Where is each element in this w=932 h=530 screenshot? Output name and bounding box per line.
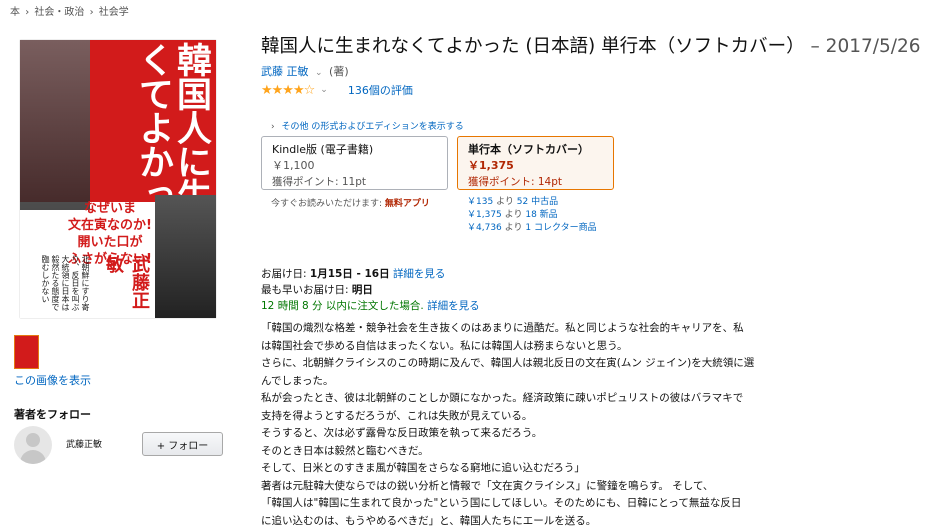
cover-blurb: 北朝鮮にすり寄り、反日を叫ぶ大統領に日本は毅然たる態度で臨むしかない bbox=[40, 255, 90, 315]
cover-portrait-left bbox=[20, 40, 90, 210]
breadcrumb-item[interactable]: 社会学 bbox=[99, 7, 129, 18]
description-line: 支持を得ようとするだろうが、これは失敗が見えている。 bbox=[261, 408, 781, 426]
product-title: 韓国人に生まれなくてよかった (日本語) 単行本（ソフトカバー） – 2017/… bbox=[261, 32, 921, 58]
author-avatar[interactable] bbox=[14, 426, 52, 464]
delivery-dates: 1月15日 - 16日 bbox=[310, 268, 390, 280]
description-line: 著者は元駐韓大使ならではの鋭い分析と情報で「文在寅クライシス」に警鐘を鳴らす。 … bbox=[261, 478, 781, 496]
description-line: は韓国社会で歩める自信はまったくない。私には韓国人は務まらないと思う。 bbox=[261, 338, 781, 356]
format-option-softcover[interactable]: 単行本（ソフトカバー） ￥1,375 獲得ポイント: 14pt bbox=[457, 136, 614, 190]
breadcrumb: 本 › 社会・政治 › 社会学 bbox=[10, 3, 131, 18]
star-rating-icon[interactable]: ★★★★☆ bbox=[261, 83, 314, 98]
offer-row: ￥135 より 52 中古品 bbox=[467, 196, 597, 209]
rating-row: ★★★★☆ ⌄ 136個の評価 bbox=[261, 82, 413, 98]
breadcrumb-separator: › bbox=[90, 7, 94, 18]
delivery-info: お届け日: 1月15日 - 16日 詳細を見る 最も早いお届け日: 明日 12 … bbox=[261, 266, 480, 314]
description-line: そして、日米とのすきま風が韓国をさらなる窮地に追い込むだろう」 bbox=[261, 460, 781, 478]
order-cutoff: 12 時間 8 分 以内に注文した場合. bbox=[261, 300, 424, 312]
format-name: 単行本（ソフトカバー） bbox=[468, 142, 603, 158]
cutoff-details-link[interactable]: 詳細を見る bbox=[427, 300, 480, 312]
description-line: さらに、北朝鮮クライシスのこの時期に及んで、韓国人は親北反日の文在寅(ムン ジェ… bbox=[261, 355, 781, 373]
offer-row: ￥1,375 より 18 新品 bbox=[467, 209, 597, 222]
read-now-note: 今すぐお読みいただけます: 無料アプリ bbox=[271, 196, 430, 209]
product-description: 「韓国の熾烈な格差・競争社会を生き抜くのはあまりに過酷だ。私と同じような社会的キ… bbox=[261, 320, 781, 530]
description-line: んでしまった。 bbox=[261, 373, 781, 391]
delivery-label: お届け日: bbox=[261, 268, 307, 280]
offer-row: ￥4,736 より 1 コレクター商品 bbox=[467, 222, 597, 235]
format-name: Kindle版 (電子書籍) bbox=[272, 142, 437, 158]
format-points: 獲得ポイント: 14pt bbox=[468, 174, 603, 190]
breadcrumb-item[interactable]: 本 bbox=[10, 7, 20, 18]
free-app-link[interactable]: 無料アプリ bbox=[385, 199, 430, 209]
cover-portrait-right bbox=[155, 195, 216, 318]
format-option-kindle[interactable]: Kindle版 (電子書籍) ￥1,100 獲得ポイント: 11pt bbox=[261, 136, 448, 190]
book-cover-image[interactable]: 韓国人に生まれなくてよかった なぜいま 文在寅なのか! 開いた口が ふさがらない… bbox=[20, 40, 216, 318]
other-formats-link[interactable]: その他 の形式およびエディションを表示する bbox=[281, 122, 463, 132]
offers-list: ￥135 より 52 中古品 ￥1,375 より 18 新品 ￥4,736 より… bbox=[467, 196, 597, 235]
description-line: 私が会ったとき、彼は北朝鮮のことしか頭になかった。経済政策に疎いポピュリストの彼… bbox=[261, 390, 781, 408]
fastest-label: 最も早いお届け日: bbox=[261, 284, 349, 296]
follow-author-heading: 著者をフォロー bbox=[14, 406, 91, 422]
chevron-right-icon: › bbox=[271, 122, 275, 132]
format-price: ￥1,375 bbox=[468, 158, 603, 174]
description-line: そうすると、次は必ず露骨な反日政策を執って来るだろう。 bbox=[261, 425, 781, 443]
cover-author: 武藤正敏 bbox=[100, 255, 152, 318]
author-role: (著) bbox=[329, 65, 349, 78]
description-line: 「韓国の熾烈な格差・競争社会を生き抜くのはあまりに過酷だ。私と同じような社会的キ… bbox=[261, 320, 781, 338]
ratings-count-link[interactable]: 136個の評価 bbox=[348, 82, 413, 98]
follow-button[interactable]: + フォロー bbox=[142, 432, 223, 456]
description-line: そのとき日本は毅然と臨むべきだ。 bbox=[261, 443, 781, 461]
delivery-details-link[interactable]: 詳細を見る bbox=[393, 268, 446, 280]
chevron-down-icon[interactable]: ⌄ bbox=[320, 85, 328, 95]
breadcrumb-separator: › bbox=[25, 7, 29, 18]
format-price: ￥1,100 bbox=[272, 158, 437, 174]
author-dropdown-icon[interactable]: ⌄ bbox=[315, 68, 323, 78]
publication-date: – 2017/5/26 bbox=[811, 36, 921, 57]
breadcrumb-item[interactable]: 社会・政治 bbox=[34, 7, 84, 18]
description-line: に追い込むのは、もうやめるべきだ」と、韓国人たちにエールを送る。 bbox=[261, 513, 781, 530]
byline: 武藤 正敏 ⌄ (著) bbox=[261, 63, 349, 79]
fastest-date: 明日 bbox=[352, 284, 373, 296]
description-line: 「韓国人は"韓国に生まれて良かった"という国にしてほしい。そのためにも、日韓にと… bbox=[261, 495, 781, 513]
cover-thumbnail[interactable] bbox=[14, 335, 39, 369]
author-link[interactable]: 武藤 正敏 bbox=[261, 65, 309, 78]
format-points: 獲得ポイント: 11pt bbox=[272, 174, 437, 190]
follow-author-name[interactable]: 武藤正敏 bbox=[66, 437, 102, 450]
view-image-link[interactable]: この画像を表示 bbox=[14, 372, 91, 388]
other-formats-row: › その他 の形式およびエディションを表示する bbox=[271, 119, 464, 132]
